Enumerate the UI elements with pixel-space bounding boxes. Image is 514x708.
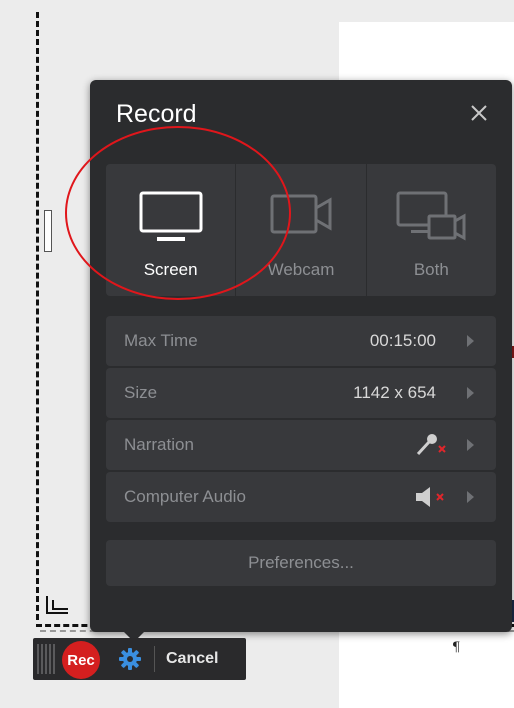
setting-narration[interactable]: Narration xyxy=(106,420,496,470)
mode-webcam-button[interactable]: Webcam xyxy=(236,164,367,296)
mode-screen-label: Screen xyxy=(143,260,198,279)
monitor-icon xyxy=(139,191,203,241)
close-button[interactable] xyxy=(464,98,494,128)
chevron-right-icon xyxy=(467,439,474,451)
gear-icon[interactable] xyxy=(119,648,141,670)
webcam-icon xyxy=(270,194,332,234)
capture-region-left-edge[interactable] xyxy=(36,12,39,620)
cancel-button[interactable]: Cancel xyxy=(166,650,218,668)
drag-grip-icon[interactable] xyxy=(37,644,55,674)
microphone-muted-icon xyxy=(416,434,446,456)
setting-size[interactable]: Size 1142 x 654 xyxy=(106,368,496,418)
preferences-button[interactable]: Preferences... xyxy=(106,540,496,586)
speaker-muted-icon xyxy=(416,487,444,507)
record-settings-list: Max Time 00:15:00 Size 1142 x 654 Narrat… xyxy=(106,316,496,524)
setting-value: 00:15:00 xyxy=(369,331,436,350)
setting-label: Size xyxy=(124,383,158,402)
setting-max-time[interactable]: Max Time 00:15:00 xyxy=(106,316,496,366)
chevron-right-icon xyxy=(467,387,474,399)
screen-webcam-icon xyxy=(396,191,466,241)
recorder-toolbar: Rec Cancel xyxy=(33,638,246,680)
chevron-right-icon xyxy=(467,335,474,347)
capture-region-corner-handle[interactable] xyxy=(46,596,68,614)
setting-label: Max Time xyxy=(124,331,198,350)
mode-screen-button[interactable]: Screen xyxy=(106,164,237,296)
panel-title: Record xyxy=(116,100,197,128)
chevron-right-icon xyxy=(467,491,474,503)
pilcrow-mark: ¶ xyxy=(452,640,461,655)
rec-button[interactable]: Rec xyxy=(62,641,100,679)
toolbar-separator xyxy=(154,646,155,672)
record-panel: Record Screen Webcam Both Max Time 00:15… xyxy=(90,80,512,632)
record-mode-selector: Screen Webcam Both xyxy=(106,164,496,296)
setting-label: Computer Audio xyxy=(124,487,246,506)
mode-both-label: Both xyxy=(413,260,449,279)
mode-both-button[interactable]: Both xyxy=(367,164,496,296)
mode-webcam-label: Webcam xyxy=(267,260,335,279)
setting-computer-audio[interactable]: Computer Audio xyxy=(106,472,496,522)
close-icon xyxy=(471,105,487,121)
setting-label: Narration xyxy=(124,435,194,454)
setting-value: 1142 x 654 xyxy=(353,383,436,402)
capture-region-resize-handle[interactable] xyxy=(44,210,52,252)
